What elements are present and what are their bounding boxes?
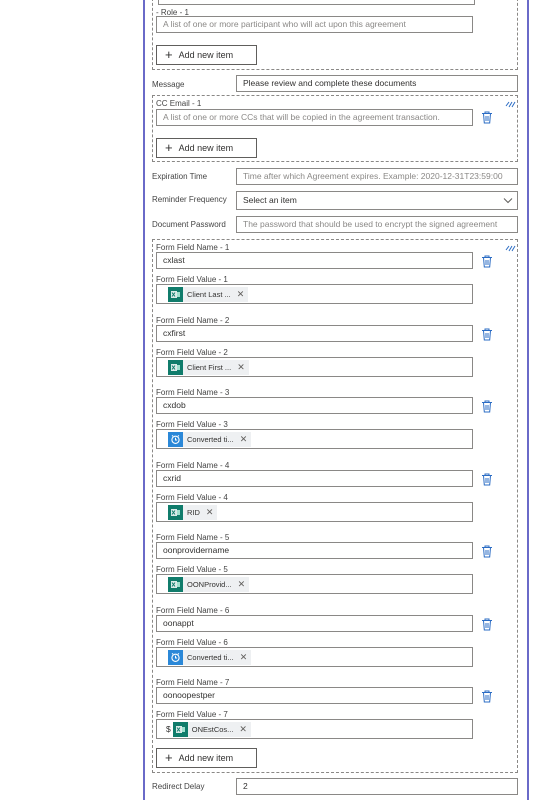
form-field-name-label: Form Field Name - 2	[156, 315, 230, 325]
clock-icon	[168, 432, 183, 447]
form-field-value-input[interactable]: RID ✕	[156, 501, 473, 522]
token-label: Client First ...	[187, 362, 232, 372]
password-label: Document Password	[152, 220, 226, 229]
token-label: Converted ti...	[187, 652, 234, 662]
message-label: Message	[152, 80, 185, 89]
close-icon[interactable]: ✕	[240, 652, 248, 662]
form-fields-group: Form Field Name - 1 cxlast Form Field Valu…	[152, 239, 518, 773]
add-participant-button[interactable]: + Add new item	[156, 45, 257, 65]
close-icon[interactable]: ✕	[206, 507, 214, 517]
chevron-down-icon	[503, 198, 513, 204]
dynamic-content-token[interactable]: OONProvid... ✕	[168, 577, 250, 592]
form-field-value-label: Form Field Value - 6	[156, 637, 228, 647]
redirect-delay-input[interactable]: 2	[236, 778, 518, 795]
close-icon[interactable]: ✕	[240, 434, 248, 444]
participants-group: - Role - 1 A list of one or more partici…	[152, 0, 518, 70]
excel-icon	[168, 577, 183, 592]
collapse-array-icon[interactable]	[505, 244, 516, 253]
delete-form-field-icon[interactable]	[481, 473, 493, 486]
reminder-dropdown[interactable]: Select an item	[236, 191, 518, 210]
form-field-name-label: Form Field Name - 7	[156, 678, 230, 687]
cc-group: CC Email - 1 A list of one or more CCs t…	[152, 95, 518, 162]
form-field-value-input[interactable]: $ ONEstCos... ✕	[156, 719, 473, 739]
currency-prefix: $	[166, 724, 171, 734]
action-card: - Role - 1 A list of one or more partici…	[143, 0, 529, 800]
token-label: OONProvid...	[187, 580, 232, 589]
clock-icon	[168, 649, 183, 665]
form-field-value-input[interactable]: Client Last ... ✕	[156, 284, 473, 304]
delete-cc-icon[interactable]	[481, 111, 493, 124]
password-input[interactable]: The password that should be used to encr…	[236, 216, 518, 233]
form-field-name-input[interactable]: cxdob	[156, 397, 473, 414]
form-field-name-input[interactable]: oonprovidername	[156, 542, 473, 559]
form-field-name-input[interactable]: oonappt	[156, 614, 473, 632]
form-field-name-label: Form Field Name - 5	[156, 533, 230, 542]
cc-email-input[interactable]: A list of one or more CCs that will be c…	[156, 109, 473, 126]
form-field-value-label: Form Field Value - 3	[156, 420, 228, 429]
dynamic-content-token[interactable]: Client Last ... ✕	[168, 287, 249, 302]
plus-icon: +	[165, 750, 173, 765]
dynamic-content-token[interactable]: RID ✕	[168, 504, 218, 520]
form-field-value-label: Form Field Value - 4	[156, 492, 228, 502]
add-cc-button[interactable]: + Add new item	[156, 138, 257, 158]
form-field-name-label: Form Field Name - 6	[156, 605, 230, 615]
dynamic-content-token[interactable]: ONEstCos... ✕	[172, 722, 251, 737]
token-label: Client Last ...	[187, 290, 231, 299]
delete-form-field-icon[interactable]	[481, 618, 493, 631]
excel-icon	[172, 722, 188, 737]
plus-icon: +	[165, 140, 173, 155]
close-icon[interactable]: ✕	[239, 724, 247, 734]
form-field-value-input[interactable]: Converted ti... ✕	[156, 646, 473, 667]
form-field-name-input[interactable]: cxlast	[156, 252, 473, 269]
form-field-value-input[interactable]: Client First ... ✕	[156, 356, 473, 377]
collapse-array-icon[interactable]	[505, 100, 516, 109]
delete-form-field-icon[interactable]	[481, 255, 493, 268]
form-field-value-label: Form Field Value - 7	[156, 710, 228, 719]
expiration-label: Expiration Time	[152, 172, 208, 181]
delete-form-field-icon[interactable]	[481, 328, 493, 341]
dynamic-content-token[interactable]: Client First ... ✕	[168, 359, 249, 375]
form-field-name-input[interactable]: oonoopestper	[156, 687, 473, 704]
token-label: ONEstCos...	[191, 725, 234, 734]
delete-form-field-icon[interactable]	[481, 545, 493, 558]
dynamic-content-token[interactable]: Converted ti... ✕	[168, 649, 252, 665]
close-icon[interactable]: ✕	[237, 362, 245, 372]
token-label: Converted ti...	[187, 435, 234, 444]
form-field-name-label: Form Field Name - 1	[156, 243, 230, 252]
excel-icon	[168, 504, 183, 520]
expiration-input[interactable]: Time after which Agreement expires. Exam…	[236, 168, 518, 185]
form-field-value-input[interactable]: Converted ti... ✕	[156, 429, 473, 449]
form-field-value-label: Form Field Value - 2	[156, 347, 228, 357]
excel-icon	[168, 359, 183, 375]
participant-top-field[interactable]	[158, 0, 475, 5]
reminder-label: Reminder Frequency	[152, 195, 227, 204]
add-form-field-button[interactable]: + Add new item	[156, 748, 257, 768]
form-field-name-label: Form Field Name - 4	[156, 460, 230, 470]
form-field-name-input[interactable]: cxrid	[156, 469, 473, 487]
participant-input[interactable]: A list of one or more participant who wi…	[156, 16, 473, 33]
close-icon[interactable]: ✕	[237, 289, 245, 299]
dynamic-content-token[interactable]: Converted ti... ✕	[168, 432, 252, 447]
message-input[interactable]: Please review and complete these documen…	[236, 75, 518, 92]
plus-icon: +	[165, 47, 173, 62]
form-field-name-label: Form Field Name - 3	[156, 388, 230, 397]
form-field-name-input[interactable]: cxfirst	[156, 324, 473, 342]
excel-icon	[168, 287, 183, 302]
cc-email-label: CC Email - 1	[156, 99, 202, 108]
token-label: RID	[187, 507, 200, 517]
form-field-value-label: Form Field Value - 5	[156, 565, 228, 574]
form-field-value-label: Form Field Value - 1	[156, 275, 228, 284]
form-field-value-input[interactable]: OONProvid... ✕	[156, 574, 473, 594]
close-icon[interactable]: ✕	[238, 579, 246, 589]
delete-form-field-icon[interactable]	[481, 400, 493, 413]
redirect-delay-label: Redirect Delay	[152, 782, 205, 791]
delete-form-field-icon[interactable]	[481, 690, 493, 703]
